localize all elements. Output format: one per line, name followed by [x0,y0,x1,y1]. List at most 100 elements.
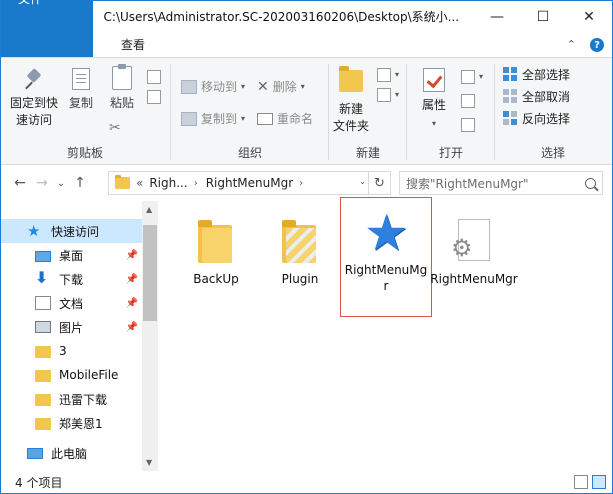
collapse-ribbon-icon[interactable]: ⌃ [567,38,576,52]
select-all-icon [503,67,518,82]
search-box[interactable]: 搜索"RightMenuMgr" [399,171,603,195]
pin-icon: 📌 [125,321,138,333]
nav-item-folder-zheng[interactable]: 郑美恩1 [1,411,142,435]
organize-group-label: 组织 [237,146,262,160]
close-button[interactable]: ✕ [566,1,612,32]
properties-icon [423,68,445,92]
nav-item-downloads[interactable]: ⬇ 下载 📌 [1,267,142,291]
new-item-icon[interactable] [377,68,391,82]
scroll-up-icon[interactable]: ▲ [146,205,152,214]
desktop-icon [35,250,51,262]
nav-item-mobilefile[interactable]: MobileFile [1,363,142,387]
window-title: C:\Users\Administrator.SC-202003160206\D… [103,10,460,24]
chevron-down-icon: ▾ [300,82,305,91]
breadcrumb-chevron-icon[interactable]: › [194,178,198,189]
select-group-label: 选择 [540,146,565,160]
delete-icon: ✕ [257,78,269,95]
move-to-button[interactable]: 移动到 ▾ [181,78,245,95]
invert-selection-button[interactable]: 反向选择 [503,110,570,127]
breadcrumb-item[interactable]: Righ... [149,176,187,190]
tab-file[interactable]: 文件 [1,0,93,57]
nav-item-this-pc[interactable]: 此电脑 [1,441,142,465]
properties-button[interactable]: 属性 ▾ [417,68,451,132]
nav-item-folder-3[interactable]: 3 [1,339,142,363]
maximize-button[interactable]: ☐ [520,1,566,32]
file-item-backup[interactable]: BackUp [170,205,262,323]
chevron-down-icon: ▾ [241,114,246,123]
edit-icon[interactable] [461,94,475,108]
chevron-down-icon[interactable]: ▾ [395,90,399,99]
paste-button[interactable]: 粘贴 [105,64,139,112]
search-icon[interactable] [585,177,596,189]
properties-label: 属性 [421,98,446,112]
nav-item-label: MobileFile [59,368,119,382]
nav-item-quick-access[interactable]: ★ 快速访问 [1,219,142,243]
refresh-button[interactable]: ↻ [368,172,390,194]
recent-locations-dropdown[interactable]: ⌄ [53,178,69,189]
invert-selection-icon [503,111,518,126]
details-view-icon[interactable] [574,475,588,489]
copy-path-icon[interactable] [147,90,161,104]
nav-item-pictures[interactable]: 图片 📌 [1,315,142,339]
scroll-down-icon[interactable]: ▼ [146,458,152,467]
file-name: RightMenuMgr [430,272,518,286]
nav-item-xunlei-downloads[interactable]: 迅雷下载 [1,387,142,411]
easy-access-icon[interactable] [377,88,391,102]
tab-view[interactable]: 查看 [107,32,159,57]
nav-item-label: 郑美恩1 [59,416,103,431]
nav-item-documents[interactable]: 文档 📌 [1,291,142,315]
chevron-down-icon[interactable]: ▾ [479,72,483,81]
delete-button[interactable]: ✕ 删除 ▾ [257,78,305,95]
history-icon[interactable] [461,118,475,132]
large-icons-view-icon[interactable] [592,475,606,489]
file-item-plugin[interactable]: Plugin [254,205,346,323]
copy-icon [72,68,90,90]
copy-to-button[interactable]: 复制到 ▾ [181,110,245,127]
documents-icon [35,296,51,310]
rename-button[interactable]: 重命名 [257,110,313,127]
file-item-rightmenumgr-config[interactable]: RightMenuMgr [428,205,520,323]
minimize-button[interactable]: — [474,1,520,32]
breadcrumb-overflow[interactable]: « [136,176,143,190]
pin-icon: 📌 [125,249,138,261]
open-group-label: 打开 [438,146,463,160]
nav-item-label: 桌面 [59,248,84,263]
status-bar: 4 个项目 [1,471,612,493]
select-none-label: 全部取消 [522,90,571,104]
pin-quick-access-button[interactable]: 固定到快 速访问 [5,68,63,129]
search-input[interactable]: 搜索"RightMenuMgr" [406,175,529,192]
new-folder-button[interactable]: 新建 文件夹 [331,66,371,135]
back-button[interactable]: ← [9,175,31,191]
pin-icon [25,68,43,90]
nav-item-label: 快速访问 [51,224,100,239]
config-file-icon [451,219,490,262]
forward-button[interactable]: → [31,175,53,191]
open-icon[interactable] [461,70,475,84]
group-divider [406,64,407,160]
file-list: BackUp Plugin ★ RightMenuMgr RightMenuMg… [158,197,612,471]
up-button[interactable]: ↑ [69,175,91,191]
group-divider [328,64,329,160]
breadcrumb-chevron-icon[interactable]: › [299,178,303,189]
computer-icon [27,447,43,459]
cut-path-icon[interactable] [147,70,161,84]
address-dropdown[interactable]: ⌄ [359,177,366,186]
select-none-button[interactable]: 全部取消 [503,88,570,105]
new-group: 新建 文件夹 ▾ ▾ 新建 [331,58,405,164]
invert-selection-label: 反向选择 [522,112,571,126]
copy-button[interactable]: 复制 [65,68,97,112]
nav-pane-scrollbar[interactable]: ▲ ▼ [142,201,158,471]
folder-icon [35,394,51,406]
scrollbar-thumb[interactable] [143,225,157,321]
chevron-down-icon[interactable]: ▾ [395,70,399,79]
breadcrumb-item[interactable]: RightMenuMgr [206,176,293,190]
help-icon[interactable]: ? [590,38,604,52]
address-bar[interactable]: « Righ... › RightMenuMgr › ⌄ ↻ [108,171,391,195]
paste-icon [112,64,132,90]
clipboard-group: 固定到快 速访问 复制 粘贴 ✂ 剪贴板 [1,58,169,164]
nav-item-desktop[interactable]: 桌面 📌 [1,243,142,267]
file-item-rightmenumgr-exe[interactable]: ★ RightMenuMgr [340,197,432,317]
cut-icon[interactable]: ✂ [109,120,121,136]
file-name: Plugin [281,272,319,286]
select-all-button[interactable]: 全部选择 [503,66,570,83]
